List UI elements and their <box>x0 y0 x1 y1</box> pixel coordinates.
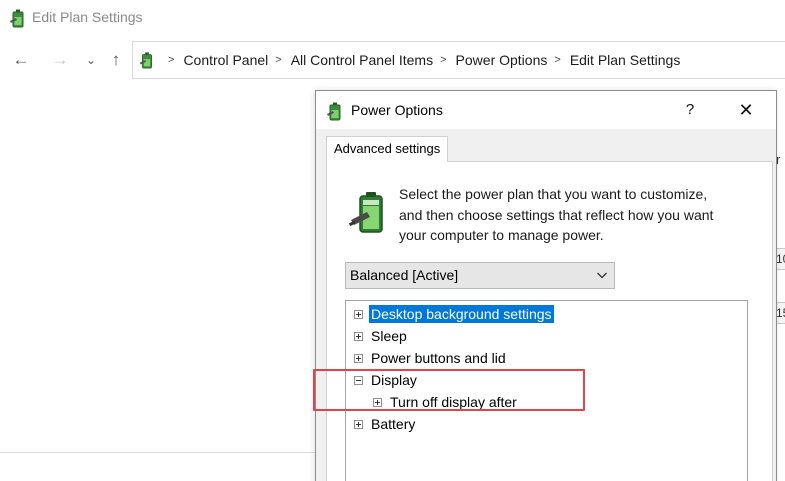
window-titlebar: Edit Plan Settings <box>0 0 785 36</box>
chevron-down-icon <box>597 272 607 279</box>
chevron-right-icon[interactable]: > <box>168 54 174 66</box>
chevron-right-icon[interactable]: > <box>275 54 281 66</box>
expand-icon[interactable] <box>354 353 363 363</box>
up-arrow-icon[interactable]: ↑ <box>106 50 126 70</box>
navigation-bar: ← → ⌄ ↑ > Control Panel > All Control Pa… <box>0 40 785 80</box>
tree-item-sleep[interactable]: Sleep <box>354 326 409 346</box>
tree-item-desktop-background-settings[interactable]: Desktop background settings <box>354 304 554 324</box>
address-bar[interactable]: > Control Panel > All Control Panel Item… <box>132 41 785 79</box>
power-plan-select[interactable]: Balanced [Active] <box>345 262 615 289</box>
breadcrumb-edit-plan-settings[interactable]: Edit Plan Settings <box>570 52 681 68</box>
breadcrumb-all-control-panel-items[interactable]: All Control Panel Items <box>291 52 433 68</box>
breadcrumb: > Control Panel > All Control Panel Item… <box>161 42 680 78</box>
tree-item-power-buttons-and-lid[interactable]: Power buttons and lid <box>354 348 508 368</box>
description-line: Select the power plan that you want to c… <box>399 186 708 202</box>
expand-icon[interactable] <box>354 331 363 341</box>
battery-plug-icon <box>349 192 383 233</box>
help-button[interactable]: ? <box>676 97 704 123</box>
chevron-right-icon[interactable]: > <box>554 54 560 66</box>
breadcrumb-control-panel[interactable]: Control Panel <box>183 52 268 68</box>
dialog-titlebar: Power Options ? ✕ <box>316 91 776 129</box>
description-line: your computer to manage power. <box>399 227 604 243</box>
dialog-description: Select the power plan that you want to c… <box>399 184 759 246</box>
close-button[interactable]: ✕ <box>732 97 760 123</box>
annotation-highlight-box <box>313 369 585 411</box>
expand-icon[interactable] <box>354 419 363 429</box>
tree-item-label: Desktop background settings <box>369 305 554 323</box>
tab-advanced-settings[interactable]: Advanced settings <box>326 136 449 162</box>
dialog-title: Power Options <box>351 102 443 118</box>
advanced-settings-panel: Select the power plan that you want to c… <box>326 161 773 481</box>
breadcrumb-power-options[interactable]: Power Options <box>456 52 548 68</box>
forward-arrow-icon[interactable]: → <box>50 50 70 70</box>
back-arrow-icon[interactable]: ← <box>11 50 31 70</box>
power-options-icon <box>327 102 341 121</box>
chevron-down-icon[interactable]: ⌄ <box>81 50 101 70</box>
expand-icon[interactable] <box>354 309 363 319</box>
tree-item-battery[interactable]: Battery <box>354 414 417 434</box>
tree-item-label: Sleep <box>371 328 407 344</box>
divider <box>0 452 316 453</box>
tree-item-label: Power buttons and lid <box>371 350 506 366</box>
description-line: and then choose settings that reflect ho… <box>399 206 714 223</box>
power-options-dialog: Power Options ? ✕ Advanced settings Sele… <box>315 90 777 481</box>
power-plan-select-value: Balanced [Active] <box>350 267 459 283</box>
power-options-icon <box>139 52 152 69</box>
tree-item-label: Battery <box>371 416 416 432</box>
chevron-right-icon[interactable]: > <box>440 54 446 66</box>
power-options-icon <box>10 9 24 28</box>
window-title: Edit Plan Settings <box>32 9 143 25</box>
